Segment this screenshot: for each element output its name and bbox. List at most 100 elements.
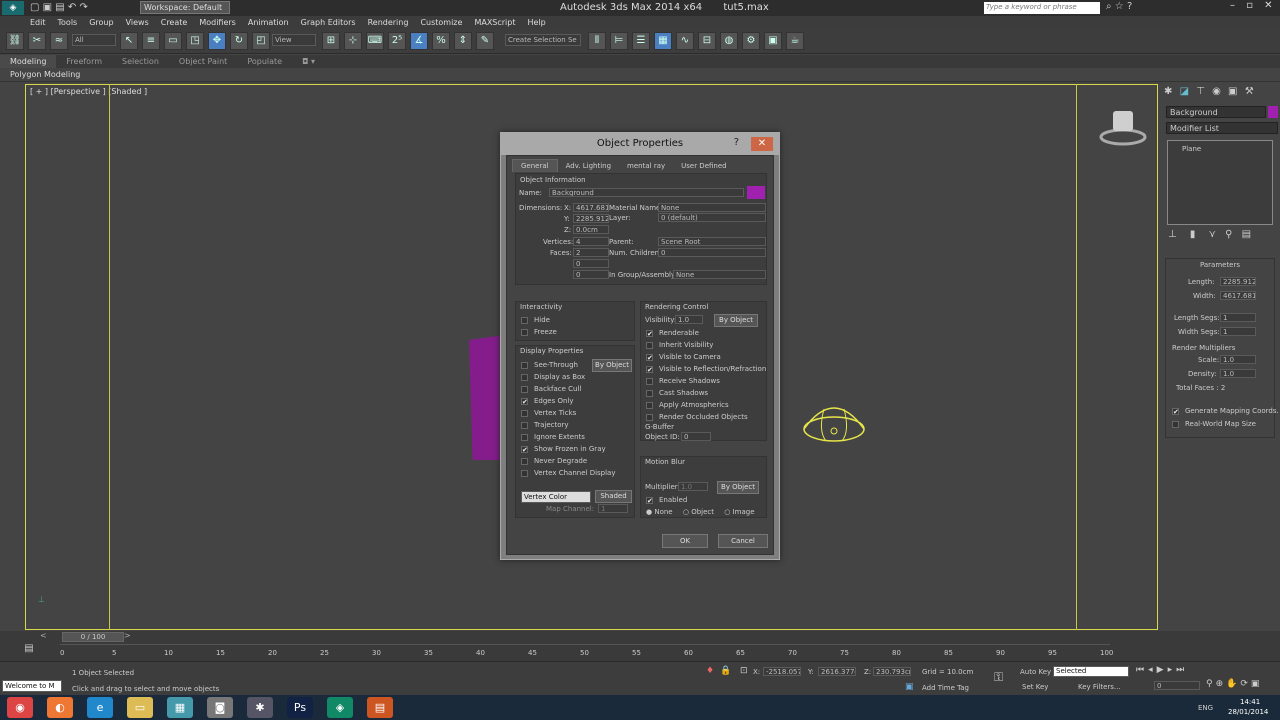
time-tag-icon[interactable]: ▣ (905, 682, 914, 692)
3dsmax-icon[interactable]: ◈ (327, 697, 353, 718)
density-field[interactable]: 1.0 (1220, 369, 1256, 378)
visibility-field[interactable]: 1.0 (675, 315, 703, 324)
never-degrade-row[interactable]: Never Degrade (521, 455, 616, 467)
render-by-object-button[interactable]: By Object (714, 314, 758, 327)
multiplier-field[interactable]: 1.0 (678, 482, 708, 491)
width-field[interactable]: 4617.681 (1220, 291, 1256, 300)
tab-general[interactable]: General (512, 159, 558, 172)
width-segs-field[interactable]: 1 (1220, 327, 1256, 336)
track-bar[interactable]: 0 5 10 15 20 25 30 35 40 45 50 55 60 65 70 75 80 85 90 95 10… (60, 644, 1113, 660)
search-input[interactable]: Type a keyword or phrase (984, 2, 1100, 14)
selection-filter-dropdown[interactable]: All (72, 34, 116, 46)
menu-tools[interactable]: Tools (52, 16, 84, 29)
tab-modeling[interactable]: Modeling (0, 55, 57, 68)
current-frame-field[interactable]: 0 (1154, 681, 1200, 690)
tool-icon[interactable]: ✱ (247, 697, 273, 718)
object-color-swatch[interactable] (747, 186, 765, 199)
ribbon-options-icon[interactable]: ◘ ▾ (292, 55, 325, 68)
link-icon[interactable]: ⛓ (6, 32, 24, 50)
save-icon[interactable]: ▤ (55, 2, 64, 13)
language-indicator[interactable]: ENG (1198, 704, 1213, 712)
never-degrade-checkbox[interactable] (521, 457, 528, 465)
keyboard-shortcut-icon[interactable]: ⌨ (366, 32, 384, 50)
tab-user-defined[interactable]: User Defined (673, 160, 734, 172)
close-icon[interactable]: ✕ (1264, 0, 1272, 11)
new-icon[interactable]: ▢ (30, 2, 39, 13)
menu-group[interactable]: Group (83, 16, 119, 29)
orbit-icon[interactable]: ⟳ (1240, 679, 1251, 689)
max-logo-icon[interactable]: ◈ (2, 1, 24, 15)
add-time-tag[interactable]: Add Time Tag (922, 684, 969, 692)
display-as-box-row[interactable]: Display as Box (521, 371, 616, 383)
angle-snap-icon[interactable]: ∡ (410, 32, 428, 50)
render-setup-icon[interactable]: ⚙ (742, 32, 760, 50)
motion-tab-icon[interactable]: ◉ (1212, 86, 1221, 97)
gen-mapping-checkbox[interactable]: ✔ (1172, 407, 1179, 415)
menu-graph-editors[interactable]: Graph Editors (295, 16, 362, 29)
align-icon[interactable]: ⊨ (610, 32, 628, 50)
inherit-visibility-row[interactable]: Inherit Visibility (646, 339, 766, 351)
selected-set-dropdown[interactable]: Selected (1053, 666, 1129, 677)
named-selection-dropdown[interactable]: Create Selection Se (505, 34, 581, 46)
clock-date[interactable]: 28/01/2014 (1228, 708, 1268, 716)
tab-freeform[interactable]: Freeform (56, 55, 112, 68)
time-slider-prev-icon[interactable]: < (40, 631, 47, 640)
key-filters-button[interactable]: Key Filters... (1078, 683, 1121, 691)
menu-edit[interactable]: Edit (0, 16, 52, 29)
render-production-icon[interactable]: ☕ (786, 32, 804, 50)
gen-mapping-row[interactable]: ✔ Generate Mapping Coords. (1172, 405, 1279, 417)
make-unique-icon[interactable]: ⋎ (1209, 229, 1216, 240)
goto-end-icon[interactable]: ⏭ (1176, 665, 1188, 675)
play-icon[interactable]: ▶ (1157, 665, 1168, 675)
cast-shadows-checkbox[interactable] (646, 389, 653, 397)
configure-sets-icon[interactable]: ▤ (1242, 229, 1251, 240)
menu-help[interactable]: Help (522, 16, 552, 29)
receive-shadows-checkbox[interactable] (646, 377, 653, 385)
coord-z-field[interactable]: 230.793cm (873, 667, 911, 676)
tab-object-paint[interactable]: Object Paint (169, 55, 237, 68)
open-icon[interactable]: ▣ (43, 2, 52, 13)
omni-light-gizmo[interactable] (802, 401, 866, 447)
material-editor-icon[interactable]: ◍ (720, 32, 738, 50)
visible-camera-checkbox[interactable]: ✔ (646, 353, 653, 361)
ref-coord-dropdown[interactable]: View (272, 34, 316, 46)
curve-editor-icon[interactable]: ∿ (676, 32, 694, 50)
explorer-icon[interactable]: ▭ (127, 697, 153, 718)
stack-item-plane[interactable]: Plane (1168, 141, 1272, 153)
select-by-name-icon[interactable]: ≡ (142, 32, 160, 50)
menu-customize[interactable]: Customize (414, 16, 468, 29)
backface-cull-checkbox[interactable] (521, 385, 528, 393)
chrome-icon[interactable]: ◉ (7, 697, 33, 718)
auto-key-button[interactable]: Auto Key (1020, 668, 1051, 676)
window-crossing-icon[interactable]: ◳ (186, 32, 204, 50)
select-manipulate-icon[interactable]: ⊹ (344, 32, 362, 50)
vertex-channel-row[interactable]: Vertex Channel Display (521, 467, 616, 479)
curve-editor-mini-icon[interactable]: ▤ (4, 643, 54, 659)
none-radio[interactable]: ● (646, 508, 652, 516)
polygon-modeling-label[interactable]: Polygon Modeling (0, 70, 80, 79)
modify-tab-icon[interactable]: ◪ (1180, 86, 1189, 97)
redo-icon[interactable]: ↷ (80, 2, 88, 13)
map-channel-field[interactable]: 1 (598, 504, 628, 513)
firefox-icon[interactable]: ◐ (47, 697, 73, 718)
image-radio[interactable]: ○ (724, 508, 730, 516)
render-occluded-checkbox[interactable] (646, 413, 653, 421)
ok-button[interactable]: OK (662, 534, 708, 548)
edit-named-sel-icon[interactable]: ✎ (476, 32, 494, 50)
abs-mode-icon[interactable]: ⊡ (740, 666, 748, 676)
menu-animation[interactable]: Animation (242, 16, 295, 29)
lock-selection-icon[interactable]: ♦ (706, 666, 714, 676)
vertex-ticks-checkbox[interactable] (521, 409, 528, 417)
zoom-all-icon[interactable]: ⊕ (1216, 679, 1227, 689)
mirror-icon[interactable]: ⫴ (588, 32, 606, 50)
edges-only-checkbox[interactable]: ✔ (521, 397, 528, 405)
network-icon[interactable]: ▦ (167, 697, 193, 718)
dialog-help-icon[interactable]: ? (734, 137, 739, 148)
shaded-button[interactable]: Shaded (595, 490, 632, 503)
rotate-icon[interactable]: ↻ (230, 32, 248, 50)
real-world-row[interactable]: Real-World Map Size (1172, 418, 1256, 430)
params-title[interactable]: Parameters (1166, 259, 1274, 269)
layer-manager-icon[interactable]: ☰ (632, 32, 650, 50)
scale-icon[interactable]: ◰ (252, 32, 270, 50)
maximize-viewport-icon[interactable]: ▣ (1251, 679, 1263, 689)
